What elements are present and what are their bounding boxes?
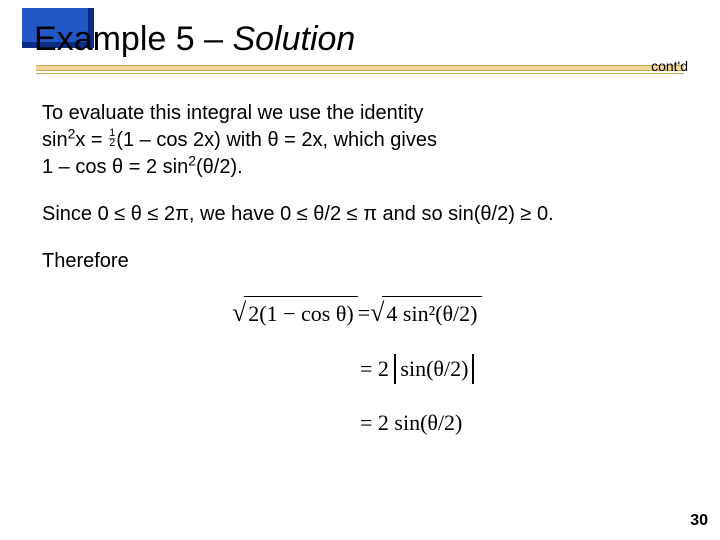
sqrt-lhs: √ 2(1 − cos θ) [232, 295, 358, 330]
slide: Example 5 – Solution cont'd To evaluate … [0, 0, 720, 540]
p1-line2-a: sin [42, 129, 68, 151]
p1-line3-sup: 2 [188, 152, 196, 168]
rhs1-radicand: 4 sin²(θ/2) [382, 296, 481, 329]
title-text-italic: Solution [232, 20, 355, 58]
paragraph-3: Therefore [42, 248, 678, 275]
rhs3: = 2 sin(θ/2) [360, 408, 462, 438]
title-text-plain: Example 5 – [34, 20, 232, 58]
p1-line2-b: x = [75, 129, 108, 151]
paragraph-1: To evaluate this integral we use the ide… [42, 100, 678, 181]
math-row-2: = 2 sin(θ/2) [360, 354, 678, 384]
lhs-radicand: 2(1 − cos θ) [244, 296, 357, 329]
p1-line1: To evaluate this integral we use the ide… [42, 102, 423, 124]
paragraph-2: Since 0 ≤ θ ≤ 2π, we have 0 ≤ θ/2 ≤ π an… [42, 201, 678, 228]
abs-value: sin(θ/2) [394, 354, 474, 384]
math-block: √ 2(1 − cos θ) = √ 4 sin²(θ/2) = 2 sin(θ… [232, 295, 678, 437]
sqrt-rhs1: √ 4 sin²(θ/2) [370, 295, 481, 330]
page-number: 30 [690, 512, 708, 530]
thin-line [36, 73, 684, 74]
p1-line3-b: (θ/2). [196, 156, 243, 178]
p1-line2-c: (1 – cos 2x) with θ = 2x, which gives [116, 129, 437, 151]
rhs2-pre: = 2 [360, 354, 389, 384]
math-row-3: = 2 sin(θ/2) [360, 408, 678, 438]
p1-line3-a: 1 – cos θ = 2 sin [42, 156, 188, 178]
title-area: Example 5 – Solution cont'd [0, 0, 720, 80]
continued-label: cont'd [651, 58, 688, 74]
one-half-fraction: 12 [108, 129, 116, 148]
math-row-1: √ 2(1 − cos θ) = √ 4 sin²(θ/2) [232, 295, 678, 330]
equals-1: = [358, 298, 370, 328]
title-rules [30, 65, 690, 74]
body-content: To evaluate this integral we use the ide… [0, 80, 720, 461]
gold-bar [36, 65, 684, 71]
slide-title: Example 5 – Solution [30, 20, 690, 59]
fraction-den: 2 [109, 139, 115, 148]
